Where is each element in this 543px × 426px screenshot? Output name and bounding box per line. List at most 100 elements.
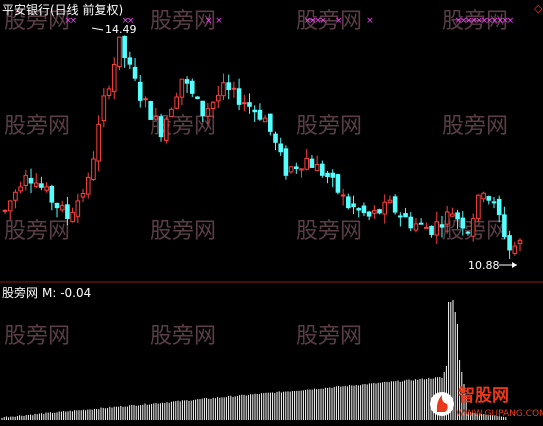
high-price-pointer [91,27,104,31]
candle-body [137,81,143,101]
candle-body [408,216,414,229]
candle-body [288,166,294,173]
candle-body [158,116,164,138]
candle-body [122,35,127,59]
candle-body [111,63,117,92]
candlestick-series [2,35,523,259]
diamond-icon: ◇ [534,2,543,15]
candle-body [304,157,310,170]
candle-body [143,98,148,101]
candle-body [455,212,460,220]
candle-body [70,211,75,223]
candle-body [278,143,284,153]
candle-body [221,82,226,97]
main-chart-title: 平安银行(日线 前复权) [2,2,123,17]
candle-body [486,196,492,201]
site-logo: 智股网 WWW.GUPANG.COM [430,385,543,419]
candle-body [33,182,39,187]
watermark-text: 股旁网 [4,324,70,349]
candle-body [434,221,440,236]
candle-body [413,223,419,231]
candle-body [309,158,315,168]
candle-body [101,95,107,122]
candle-body [148,101,153,120]
candle-body [39,183,44,188]
watermark-text: 股旁网 [150,219,216,244]
candle-body [54,202,60,209]
candle-body [226,82,231,91]
low-price-arrowhead [512,262,517,268]
indicator-value: M: -0.04 [42,286,91,300]
candle-body [174,96,179,109]
candle-body [241,102,247,105]
candle-body [273,133,278,143]
logo-subtext: WWW.GUPANG.COM [456,409,543,419]
candle-body [59,205,65,211]
candle-body [169,108,174,118]
candle-body [247,102,252,107]
candle-body [340,194,346,197]
low-price-label: 10.88 [468,259,500,272]
candle-body [481,192,486,200]
candle-body [366,211,372,217]
candle-body [403,213,408,218]
candle-body [418,222,424,225]
candle-body [80,193,86,198]
candle-body [132,66,138,79]
high-price-label: 14.49 [105,23,137,36]
candle-body [460,217,466,229]
candle-body [252,109,257,113]
candle-body [106,88,112,96]
candle-body [7,200,13,212]
candle-body [320,163,325,176]
candle-body [2,209,8,212]
candle-body [517,239,523,245]
candle-body [85,176,91,195]
candle-body [382,201,388,215]
signal-marker: × [366,16,374,26]
candle-body [268,113,273,132]
candle-body [205,108,211,117]
candle-body [356,208,362,211]
candle-body [502,214,507,238]
candle-body [361,205,367,214]
candle-body [91,158,96,180]
logo-text: 智股网 [458,385,509,406]
candle-body [439,224,445,228]
candle-body [215,94,221,102]
candle-body [96,123,101,162]
candle-body [231,87,237,90]
watermark-text: 股旁网 [150,324,216,349]
signal-marker: × [335,16,343,26]
candle-body [325,172,330,178]
candle-body [465,231,471,234]
candle-body [299,168,304,171]
candle-body [189,80,195,94]
watermark-text: 股旁网 [296,219,362,244]
candle-body [28,177,34,184]
candle-body [257,109,263,120]
indicator-title: 股旁网 [2,285,38,300]
candle-body [153,116,159,120]
candle-body [117,36,122,67]
watermark-text: 股旁网 [296,114,362,139]
candle-body [372,210,377,214]
candle-body [387,199,393,204]
signal-marker: × [70,16,78,26]
candle-body [294,166,299,169]
candle-body [262,117,268,123]
candle-body [398,215,403,218]
signal-marker: × [319,16,327,26]
candle-body [512,245,518,254]
candle-body [351,203,356,208]
candle-body [75,200,81,217]
candle-body [335,174,341,193]
candle-body [470,218,476,237]
candle-body [377,209,382,214]
candle-body [491,201,497,204]
candle-body [444,211,450,225]
candle-body [195,96,200,100]
candle-body [330,172,336,178]
candle-body [23,175,29,186]
candle-body [429,225,434,235]
